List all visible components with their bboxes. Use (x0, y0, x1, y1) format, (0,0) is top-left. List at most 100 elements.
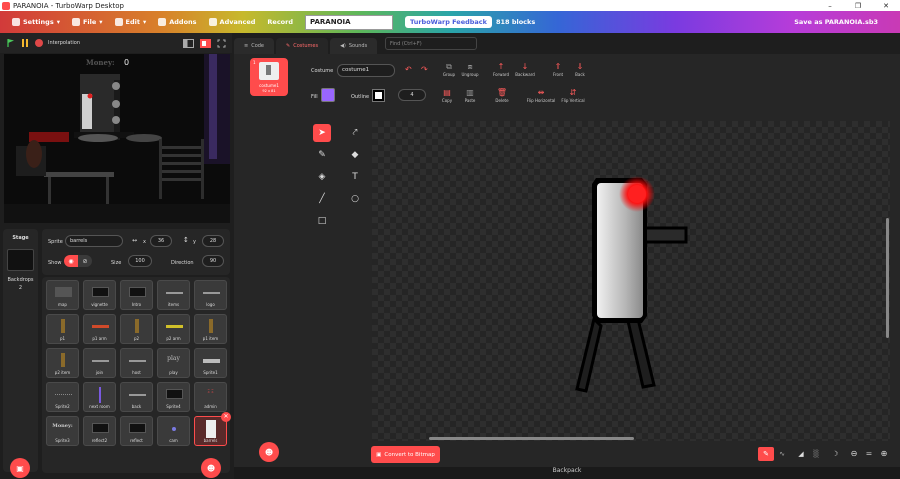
sprite-tile[interactable]: next room (83, 382, 116, 412)
sprite-tile[interactable]: p2 arm (157, 314, 190, 344)
sprite-tile[interactable]: vignette (83, 280, 116, 310)
tab-costumes[interactable]: ✎ Costumes (276, 38, 329, 54)
size-input[interactable]: 100 (128, 255, 152, 267)
save-as-button[interactable]: Save as PARANOIA.sb3 (794, 18, 878, 26)
project-title-input[interactable]: PARANOIA (305, 14, 393, 30)
find-input[interactable]: Find (Ctrl+F) (385, 37, 477, 50)
minimize-button[interactable]: – (816, 2, 844, 10)
flip-vertical-button[interactable]: ⇵ Flip Vertical (559, 88, 587, 103)
costume-item[interactable]: 1 costume1 92 x 81 (250, 58, 288, 96)
zoom-out-button[interactable]: ⊖ (847, 447, 861, 461)
tab-sounds[interactable]: ◀) Sounds (330, 38, 378, 54)
fullscreen-icon[interactable] (217, 39, 226, 48)
choose-costume-button[interactable]: ☻ (259, 442, 279, 462)
file-menu[interactable]: File ▾ (71, 18, 103, 26)
addons-menu[interactable]: Addons (158, 18, 197, 26)
sprite-tile[interactable]: cam (157, 416, 190, 446)
sprite-tile[interactable]: items (157, 280, 190, 310)
sprite-tile[interactable]: logo (194, 280, 227, 310)
sprite-tile[interactable]: Sprite1 (194, 348, 227, 378)
record-menu[interactable]: Record (267, 18, 293, 26)
backward-button[interactable]: ↓ Backward (513, 62, 537, 77)
large-stage-icon[interactable] (200, 38, 211, 48)
small-stage-icon[interactable] (183, 38, 194, 48)
maximize-button[interactable]: ❐ (844, 2, 872, 10)
x-input[interactable]: 36 (150, 235, 172, 247)
zoom-in-button[interactable]: ⊕ (877, 447, 891, 461)
sprite-tile[interactable]: map (46, 280, 79, 310)
outline-mode-button[interactable]: ∿ (775, 447, 789, 461)
fill-color-swatch[interactable] (321, 88, 335, 102)
delete-sprite-icon[interactable]: ✕ (221, 412, 231, 422)
tab-code[interactable]: ≡ Code (234, 38, 275, 54)
copy-button[interactable]: ▤ Copy (435, 88, 459, 103)
pause-icon[interactable] (20, 38, 30, 48)
choose-backdrop-button[interactable]: ▣ (10, 458, 30, 478)
green-flag-icon[interactable] (6, 38, 16, 48)
ungroup-button[interactable]: ⧈ Ungroup (458, 62, 482, 77)
pixel-button[interactable]: ▒ (810, 447, 822, 461)
fill-tool[interactable]: ◈ (313, 168, 331, 186)
text-tool[interactable]: T (346, 168, 364, 186)
sprite-tile[interactable]: p1 arm (83, 314, 116, 344)
show-visible-toggle[interactable]: ◉ (64, 255, 78, 267)
vertical-scrollbar[interactable] (886, 218, 889, 338)
undo-icon[interactable]: ↶ (405, 65, 412, 74)
choose-sprite-button[interactable]: ☻ (201, 458, 221, 478)
sprite-tile[interactable]: barrels ✕ (194, 412, 231, 446)
paste-button[interactable]: ▥ Paste (458, 88, 482, 103)
redo-icon[interactable]: ↷ (421, 65, 428, 74)
backpack-bar[interactable]: Backpack (234, 467, 900, 479)
reshape-tool[interactable]: ⤤ (346, 124, 364, 142)
sprite-tile[interactable]: Sprite4 (157, 382, 190, 412)
paint-canvas[interactable] (372, 121, 890, 441)
stage-canvas[interactable]: Money: 0 (4, 54, 230, 223)
line-tool[interactable]: ╱ (313, 190, 331, 208)
circle-tool[interactable]: ○ (346, 190, 364, 208)
sprite-name-input[interactable]: barrels (65, 235, 123, 247)
delete-button[interactable]: 🗑 Delete (490, 88, 514, 103)
sprite-tile[interactable]: p2 item (46, 348, 79, 378)
back-button[interactable]: ⇓ Back (568, 62, 592, 77)
sprite-tile[interactable]: back (120, 382, 153, 412)
zoom-reset-button[interactable]: = (862, 447, 876, 461)
eraser-tool[interactable]: ◆ (346, 146, 364, 164)
sprite-tile[interactable]: reflect (120, 416, 153, 446)
outline-color-swatch[interactable] (372, 89, 385, 102)
sprite-tile[interactable]: p1 item (194, 314, 227, 344)
show-hidden-toggle[interactable]: ⊘ (78, 255, 92, 267)
fill-mode-button[interactable]: ✎ (758, 447, 774, 461)
y-input[interactable]: 28 (202, 235, 224, 247)
advanced-menu[interactable]: Advanced (208, 18, 255, 26)
brush-shape-button[interactable]: ◢ (795, 447, 807, 461)
sprite-tile[interactable]: host (120, 348, 153, 378)
feedback-button[interactable]: TurboWarp Feedback (405, 16, 492, 28)
sprite-tile[interactable]: Ξ Ξ admin (194, 382, 227, 412)
dark-mode-button[interactable]: ☽ (829, 447, 841, 461)
flip-horizontal-button[interactable]: ⇹ Flip Horizontal (524, 88, 558, 103)
settings-menu[interactable]: Settings ▾ (12, 18, 60, 26)
sprite-tile[interactable]: join (83, 348, 116, 378)
rectangle-tool[interactable]: □ (313, 212, 331, 230)
front-button[interactable]: ⇑ Front (546, 62, 570, 77)
sprite-tile[interactable]: p1 (46, 314, 79, 344)
stop-icon[interactable] (34, 38, 44, 48)
sprite-tile[interactable]: play play (157, 348, 190, 378)
stage-selector[interactable]: Stage Backdrops 2 (3, 229, 38, 472)
close-button[interactable]: ✕ (872, 2, 900, 10)
costume-name-input[interactable]: costume1 (337, 64, 395, 77)
sprite-tile[interactable]: Intro (120, 280, 153, 310)
select-tool[interactable]: ➤ (313, 124, 331, 142)
outline-width-input[interactable]: 4 (398, 89, 426, 101)
sprite-tile[interactable]: Sprite2 (46, 382, 79, 412)
convert-to-bitmap-button[interactable]: ▣ Convert to Bitmap (371, 446, 440, 463)
sprite-tile[interactable]: reflect2 (83, 416, 116, 446)
stage-thumbnail[interactable] (7, 249, 34, 271)
horizontal-scrollbar[interactable] (429, 437, 634, 440)
direction-input[interactable]: 90 (202, 255, 224, 267)
edit-menu[interactable]: Edit ▾ (114, 18, 146, 26)
forward-button[interactable]: ↑ Forward (489, 62, 513, 77)
sprite-tile[interactable]: Money: Sprite3 (46, 416, 79, 446)
brush-tool[interactable]: ✎ (313, 146, 331, 164)
sprite-tile[interactable]: p2 (120, 314, 153, 344)
